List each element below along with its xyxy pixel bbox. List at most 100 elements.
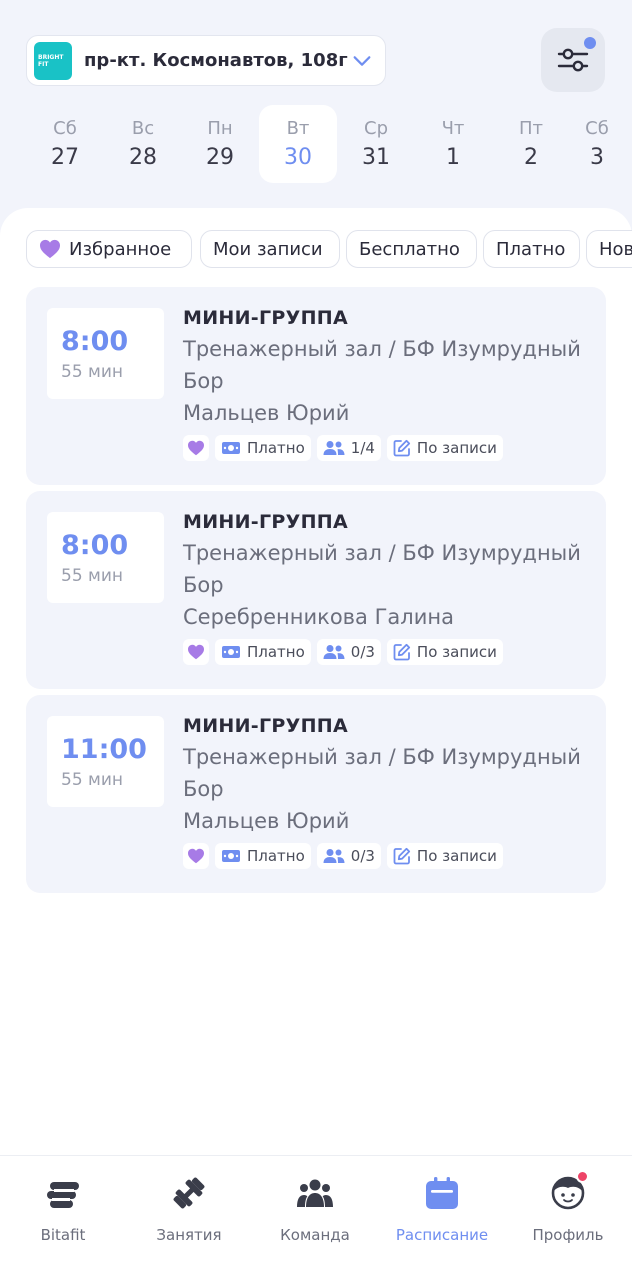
capacity-tag: 0/3 xyxy=(316,639,381,665)
club-selector[interactable]: BRIGHT FIT пр-кт. Космонавтов, 108г xyxy=(26,35,386,86)
class-place: Тренажерный зал / БФ Изумрудный Бор xyxy=(183,537,593,601)
edit-icon xyxy=(393,439,411,457)
booking-label: По записи xyxy=(416,643,497,661)
nav-label: Команда xyxy=(280,1226,350,1244)
club-logo-text: BRIGHT xyxy=(38,53,64,61)
heart-icon xyxy=(40,239,60,259)
class-place-line: Тренажерный зал / БФ Изумрудный xyxy=(183,745,581,769)
chip-label: Мои записи xyxy=(213,238,323,260)
people-icon xyxy=(323,645,345,659)
day-item[interactable]: Сб 27 xyxy=(26,105,104,183)
chip-free[interactable]: Бесплатно xyxy=(346,230,477,268)
day-number: 28 xyxy=(129,145,157,170)
people-icon xyxy=(323,849,345,863)
favorite-tag[interactable] xyxy=(183,435,209,461)
class-info: МИНИ-ГРУППА Тренажерный зал / БФ Изумруд… xyxy=(183,307,593,461)
booking-label: По записи xyxy=(416,439,497,457)
nav-item-classes[interactable]: Занятия xyxy=(126,1174,252,1254)
chip-label: Нов xyxy=(599,238,632,260)
day-number: 29 xyxy=(206,145,234,170)
booking-label: По записи xyxy=(416,847,497,865)
nav-label: Расписание xyxy=(395,1226,489,1244)
club-logo: BRIGHT FIT xyxy=(34,41,72,80)
nav-label: Профиль xyxy=(532,1226,604,1244)
price-label: Платно xyxy=(247,643,305,661)
chip-favorites[interactable]: Избранное xyxy=(26,230,192,268)
dumbbell-icon xyxy=(170,1174,208,1212)
class-time-box: 8:00 55 мин xyxy=(47,308,164,399)
day-number: 2 xyxy=(524,145,538,170)
nav-item-bitafit[interactable]: Bitafit xyxy=(0,1174,126,1254)
class-card[interactable]: 8:00 55 мин МИНИ-ГРУППА Тренажерный зал … xyxy=(26,287,606,485)
day-name: Чт xyxy=(441,118,465,139)
class-time: 8:00 xyxy=(61,530,129,561)
price-label: Платно xyxy=(247,847,305,865)
class-card[interactable]: 11:00 55 мин МИНИ-ГРУППА Тренажерный зал… xyxy=(26,695,606,893)
day-number: 30 xyxy=(284,145,312,170)
money-icon xyxy=(222,850,240,862)
nav-item-team[interactable]: Команда xyxy=(252,1174,378,1254)
class-type: МИНИ-ГРУППА xyxy=(183,511,348,533)
class-card[interactable]: 8:00 55 мин МИНИ-ГРУППА Тренажерный зал … xyxy=(26,491,606,689)
chevron-down-icon xyxy=(353,55,371,66)
day-name: Сб xyxy=(585,118,609,139)
class-duration: 55 мин xyxy=(61,362,124,382)
heart-icon xyxy=(188,644,204,660)
day-item[interactable]: Сб 3 xyxy=(570,105,624,183)
chip-paid[interactable]: Платно xyxy=(483,230,580,268)
calendar-icon xyxy=(423,1174,461,1212)
day-item[interactable]: Ср 31 xyxy=(337,105,415,183)
favorite-tag[interactable] xyxy=(183,639,209,665)
day-name: Вс xyxy=(131,118,155,139)
chip-label: Избранное xyxy=(69,238,172,260)
filter-button[interactable] xyxy=(541,28,605,92)
team-icon xyxy=(296,1174,334,1212)
chip-my-bookings[interactable]: Мои записи xyxy=(200,230,340,268)
notification-badge xyxy=(576,1170,589,1183)
profile-avatar-icon xyxy=(549,1170,589,1212)
day-item[interactable]: Пн 29 xyxy=(181,105,259,183)
favorite-tag[interactable] xyxy=(183,843,209,869)
class-duration: 55 мин xyxy=(61,566,124,586)
chip-new[interactable]: Нов xyxy=(586,230,632,268)
capacity-label: 0/3 xyxy=(350,643,375,661)
day-selector: Сб 27 Вс 28 Пн 29 Вт 30 Ср 31 Чт 1 Пт 2 … xyxy=(26,105,632,183)
people-icon xyxy=(323,441,345,455)
day-number: 1 xyxy=(446,145,460,170)
chip-label: Бесплатно xyxy=(359,238,460,260)
day-item-selected[interactable]: Вт 30 xyxy=(259,105,337,183)
bitafit-logo-icon xyxy=(44,1174,82,1212)
heart-icon xyxy=(188,440,204,456)
top-area: BRIGHT FIT пр-кт. Космонавтов, 108г Сб 2… xyxy=(0,0,632,240)
day-item[interactable]: Чт 1 xyxy=(414,105,492,183)
money-icon xyxy=(222,646,240,658)
schedule-sheet: Избранное Мои записи Бесплатно Платно Но… xyxy=(0,208,632,1158)
nav-item-schedule[interactable]: Расписание xyxy=(379,1174,505,1254)
class-time-box: 8:00 55 мин xyxy=(47,512,164,603)
day-item[interactable]: Пт 2 xyxy=(492,105,570,183)
class-type: МИНИ-ГРУППА xyxy=(183,715,348,737)
edit-icon xyxy=(393,847,411,865)
day-item[interactable]: Вс 28 xyxy=(104,105,182,183)
bottom-nav: Bitafit Занятия Команда Расписание Профи… xyxy=(0,1155,632,1280)
capacity-label: 0/3 xyxy=(350,847,375,865)
booking-tag: По записи xyxy=(386,639,503,665)
day-name: Сб xyxy=(53,118,77,139)
sliders-icon xyxy=(557,48,589,72)
chip-label: Платно xyxy=(496,238,566,260)
nav-label: Занятия xyxy=(156,1226,222,1244)
class-trainer: Серебренникова Галина xyxy=(183,605,454,629)
class-tags: Платно 1/4 По записи xyxy=(183,435,593,461)
app: BRIGHT FIT пр-кт. Космонавтов, 108г Сб 2… xyxy=(0,0,632,1280)
club-logo-text-2: FIT xyxy=(38,60,49,68)
class-place-line: Бор xyxy=(183,369,224,393)
class-tags: Платно 0/3 По записи xyxy=(183,843,593,869)
edit-icon xyxy=(393,643,411,661)
nav-item-profile[interactable]: Профиль xyxy=(505,1170,631,1254)
heart-icon xyxy=(188,848,204,864)
price-tag: Платно xyxy=(215,639,311,665)
class-time: 11:00 xyxy=(61,734,147,765)
nav-label: Bitafit xyxy=(40,1226,86,1244)
price-tag: Платно xyxy=(215,435,311,461)
capacity-tag: 1/4 xyxy=(316,435,381,461)
